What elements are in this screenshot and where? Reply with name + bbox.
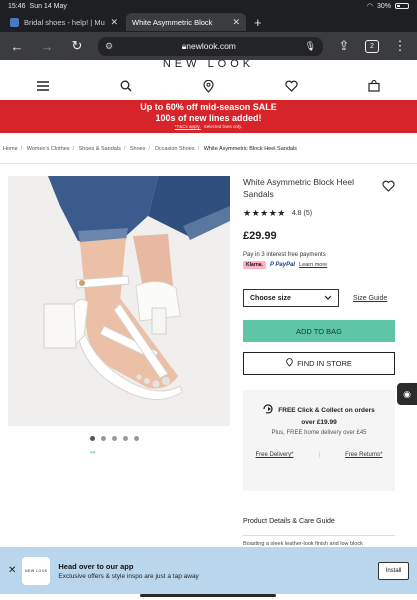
carousel-dot[interactable] [134, 436, 139, 441]
install-button[interactable]: Install [378, 561, 409, 580]
promo-terms: *T&Cs apply. Selected lines only. [174, 124, 243, 129]
status-bar: 15:46 Sun 14 May ◠ 30% [0, 0, 417, 12]
image-carousel-dots [90, 436, 139, 441]
add-to-wishlist-heart-icon[interactable] [382, 179, 395, 197]
size-guide-link[interactable]: Size Guide [353, 295, 387, 302]
menu-icon[interactable] [35, 78, 51, 94]
star-rating-icon: ★★★★★ [243, 208, 286, 218]
delivery-line-2: over £19.99 [301, 419, 337, 426]
url-text: 🔒︎newlook.com [181, 40, 236, 51]
site-favicon-icon [10, 17, 19, 27]
breadcrumb-occasion-shoes[interactable]: Occasion Shoes [155, 146, 195, 152]
wishlist-heart-icon[interactable] [283, 78, 299, 94]
bag-icon[interactable] [366, 78, 382, 94]
delivery-info-box: FREE Click & Collect on orders over £19.… [243, 390, 395, 491]
breadcrumb-home[interactable]: Home [3, 146, 18, 152]
divider [0, 163, 417, 164]
share-icon[interactable]: ⇪ [335, 38, 353, 54]
chevron-down-icon [324, 295, 332, 302]
carousel-dot[interactable] [101, 436, 106, 441]
paypal-logo: P PayPal [269, 262, 296, 268]
product-price: £29.99 [243, 230, 277, 242]
tab-title: Bridal shoes - help! | Mu [24, 17, 105, 27]
search-icon[interactable] [118, 78, 134, 94]
back-icon[interactable]: ← [8, 39, 26, 54]
delivery-line-3: Plus, FREE home delivery over £45 [271, 430, 367, 436]
site-navigation [0, 72, 417, 100]
product-rating[interactable]: ★★★★★ 4.8 (5) [243, 208, 396, 219]
tab-title: White Asymmetric Block [132, 17, 213, 27]
status-date: Sun 14 May [29, 2, 67, 10]
address-bar[interactable]: ⚙ 🔒︎newlook.com 🎙︎ [98, 36, 323, 56]
delivery-line-1: FREE Click & Collect on orders [278, 406, 375, 414]
store-locator-icon[interactable] [201, 78, 217, 94]
loading-favicon-icon: •• [90, 448, 96, 457]
breadcrumb-current: White Asymmetric Block Heel Sandals [203, 146, 297, 152]
product-title: White Asymmetric Block Heel Sandals [243, 177, 354, 199]
carousel-dot[interactable] [112, 436, 117, 441]
site-settings-icon[interactable]: ⚙ [105, 41, 113, 52]
browser-tab-bridal[interactable]: Bridal shoes - help! | Mu ✕ [4, 13, 124, 31]
breadcrumb-womens-clothes[interactable]: Women's Clothes [27, 146, 70, 152]
browser-tab-newlook[interactable]: •• White Asymmetric Block ✕ [90, 13, 246, 457]
pay-in-3-text: Pay in 3 interest free payments [243, 252, 326, 258]
app-logo: NEW LOOK [22, 556, 51, 585]
browser-toolbar: ← → ↻ ⚙ 🔒︎newlook.com 🎙︎ ⇪ 2 ⋮ [0, 32, 417, 60]
product-details-heading[interactable]: Product Details & Care Guide [243, 518, 335, 525]
location-pin-icon [286, 358, 293, 369]
tab-switcher-button[interactable]: 2 [365, 39, 379, 53]
find-in-store-label: FIND IN STORE [297, 359, 352, 368]
forward-icon[interactable]: → [38, 39, 56, 54]
review-count: (5) [303, 210, 313, 217]
status-time: 15:46 [8, 2, 26, 10]
app-banner-subtitle: Exclusive offers & style inspo are just … [58, 572, 199, 580]
close-tab-icon[interactable]: ✕ [110, 17, 118, 28]
accessibility-widget-icon[interactable]: ◉ [397, 383, 417, 405]
app-banner-title: Head over to our app [58, 561, 134, 571]
terms-link[interactable]: *T&Cs apply. [175, 124, 201, 129]
promo-banner[interactable]: Up to 60% off mid-season SALE 100s of ne… [0, 100, 417, 133]
learn-more-link[interactable]: Learn more [299, 262, 327, 268]
promo-headline: Up to 60% off mid-season SALE [140, 102, 277, 112]
breadcrumb: Home / Women's Clothes / Shoes & Sandals / … [3, 146, 297, 152]
rating-value: 4.8 [291, 210, 302, 217]
battery-icon [395, 3, 409, 9]
breadcrumb-shoes-sandals[interactable]: Shoes & Sandals [79, 146, 121, 152]
add-to-bag-button[interactable]: ADD TO BAG [243, 320, 395, 342]
size-select[interactable]: Choose size [243, 289, 339, 307]
microphone-icon[interactable]: 🎙︎ [305, 41, 316, 52]
link-separator: | [318, 452, 321, 458]
promo-subline: 100s of new lines added! [155, 113, 262, 123]
new-tab-icon[interactable]: + [254, 15, 262, 30]
home-indicator [140, 594, 276, 597]
browser-tab-bar: Bridal shoes - help! | Mu ✕ •• White Asy… [0, 12, 417, 457]
free-delivery-link[interactable]: Free Delivery* [256, 452, 294, 458]
brand-logo[interactable]: NEW LOOK [0, 60, 417, 72]
more-menu-icon[interactable]: ⋮ [391, 38, 409, 54]
breadcrumb-shoes[interactable]: Shoes [130, 146, 146, 152]
size-row: Choose size Size Guide [243, 289, 387, 307]
carousel-dot[interactable] [90, 436, 95, 441]
payment-options: Klarna. P PayPal Learn more [243, 261, 396, 269]
close-icon[interactable]: ✕ [8, 565, 16, 576]
product-image[interactable] [8, 176, 230, 426]
size-select-label: Choose size [250, 294, 291, 302]
divider [243, 535, 395, 536]
battery-percent: 30% [376, 2, 391, 10]
reload-icon[interactable]: ↻ [68, 38, 86, 54]
free-returns-link[interactable]: Free Returns* [345, 452, 382, 458]
click-collect-icon [263, 404, 274, 416]
wifi-icon: ◠ [366, 3, 373, 10]
product-info-panel: White Asymmetric Block Heel Sandals ★★★★… [243, 176, 396, 375]
carousel-dot[interactable] [123, 436, 128, 441]
app-download-banner: ✕ NEW LOOK Head over to our app Exclusiv… [0, 547, 417, 594]
find-in-store-button[interactable]: FIND IN STORE [243, 352, 395, 375]
klarna-logo: Klarna. [243, 261, 266, 269]
close-tab-icon[interactable]: ✕ [232, 17, 240, 28]
